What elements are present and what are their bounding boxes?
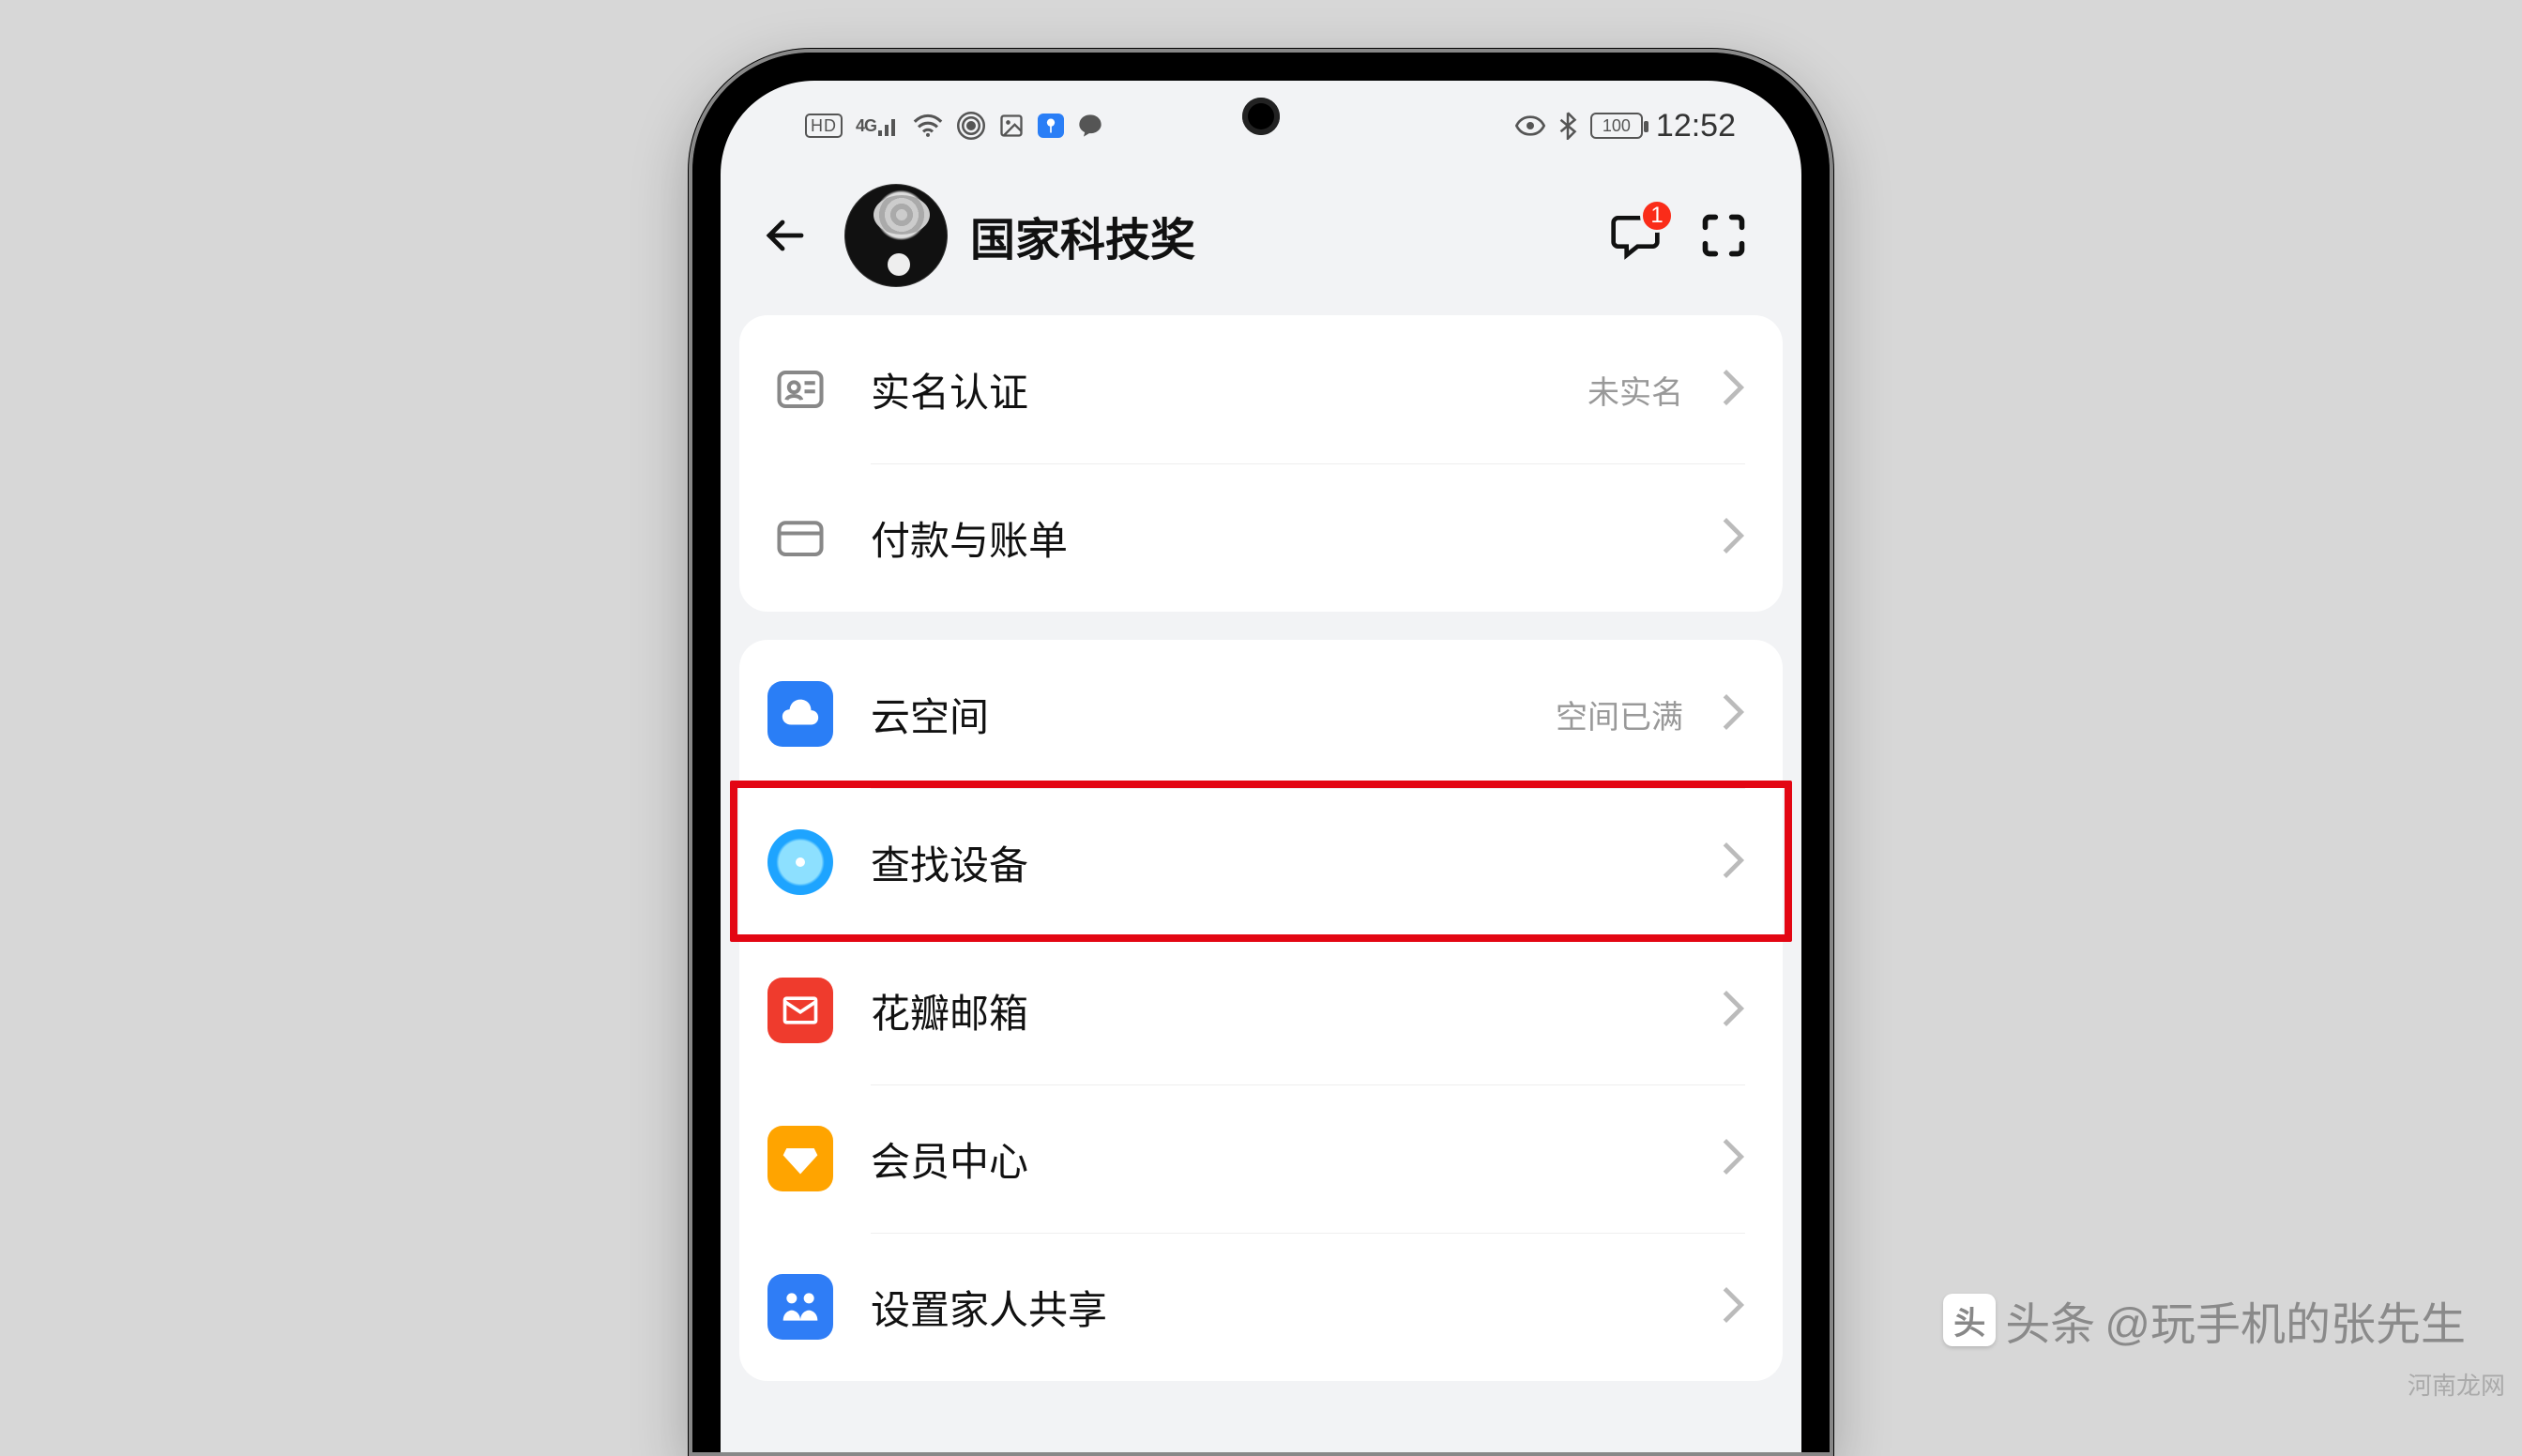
- row-value: 未实名: [1588, 367, 1683, 413]
- watermark-handle: @玩手机的张先生: [2104, 1287, 2466, 1353]
- row-label: 花瓣邮箱: [871, 982, 1683, 1039]
- chevron-right-icon: [1721, 367, 1745, 413]
- watermark-toutiao: 头 头条 @玩手机的张先生: [1943, 1287, 2466, 1353]
- cloud-icon: [767, 681, 833, 747]
- assistant-status-icon: [1038, 114, 1064, 138]
- status-bar-left: HD 4G: [805, 112, 1103, 140]
- camera-punch-hole: [1242, 98, 1280, 135]
- diamond-icon: [767, 1126, 833, 1191]
- chevron-right-icon: [1721, 1136, 1745, 1182]
- wifi-icon: [912, 114, 944, 138]
- row-label: 设置家人共享: [871, 1279, 1683, 1336]
- wallet-icon: [767, 505, 833, 570]
- chevron-right-icon: [1721, 691, 1745, 737]
- row-payment-bills[interactable]: 付款与账单: [739, 463, 1783, 612]
- app-header: 国家科技奖 1: [721, 156, 1801, 315]
- messages-badge: 1: [1640, 199, 1674, 233]
- row-label: 实名认证: [871, 361, 1550, 418]
- phone-mockup: HD 4G: [689, 49, 1833, 1456]
- id-card-icon: [767, 356, 833, 422]
- screen: HD 4G: [721, 81, 1801, 1452]
- mail-icon: [767, 978, 833, 1043]
- watermark-site: 河南龙网: [2408, 1367, 2505, 1402]
- hotspot-icon: [957, 112, 985, 140]
- network-type-label: 4G: [856, 116, 876, 136]
- gallery-status-icon: [998, 113, 1025, 139]
- content: 实名认证 未实名 付款与账单: [721, 315, 1801, 1381]
- row-realname-auth[interactable]: 实名认证 未实名: [739, 315, 1783, 463]
- watermark-prefix: 头条: [2005, 1287, 2095, 1353]
- row-label: 查找设备: [871, 834, 1683, 891]
- phone-bezel: HD 4G: [692, 53, 1830, 1452]
- network-4g-icon: 4G: [856, 115, 899, 136]
- toutiao-logo-icon: 头: [1943, 1294, 1996, 1346]
- chevron-right-icon: [1721, 1284, 1745, 1330]
- messages-button[interactable]: 1: [1603, 203, 1668, 268]
- chevron-right-icon: [1721, 515, 1745, 561]
- bluetooth-icon: [1558, 112, 1577, 140]
- row-label: 云空间: [871, 686, 1518, 743]
- hd-icon: HD: [805, 114, 843, 138]
- row-petal-mail[interactable]: 花瓣邮箱: [739, 936, 1783, 1084]
- avatar[interactable]: [844, 184, 948, 287]
- eye-comfort-icon: [1515, 115, 1545, 136]
- chevron-right-icon: [1721, 988, 1745, 1034]
- services-group: 云空间 空间已满 查找设备: [739, 640, 1783, 1381]
- battery-icon: 100: [1590, 113, 1643, 139]
- row-cloud-space[interactable]: 云空间 空间已满: [739, 640, 1783, 788]
- row-label: 付款与账单: [871, 509, 1683, 567]
- scan-button[interactable]: [1691, 203, 1756, 268]
- status-bar-right: 100 12:52: [1515, 108, 1736, 144]
- chevron-right-icon: [1721, 840, 1745, 886]
- page-title: 国家科技奖: [970, 203, 1580, 268]
- back-button[interactable]: [747, 198, 822, 273]
- radar-icon: [767, 829, 833, 895]
- account-group: 实名认证 未实名 付款与账单: [739, 315, 1783, 612]
- row-family-sharing[interactable]: 设置家人共享: [739, 1233, 1783, 1381]
- row-find-device[interactable]: 查找设备: [739, 788, 1783, 936]
- family-icon: [767, 1274, 833, 1340]
- clock: 12:52: [1656, 108, 1736, 144]
- row-member-center[interactable]: 会员中心: [739, 1084, 1783, 1233]
- row-label: 会员中心: [871, 1130, 1683, 1188]
- message-status-icon: [1077, 113, 1103, 139]
- row-value: 空间已满: [1556, 691, 1683, 737]
